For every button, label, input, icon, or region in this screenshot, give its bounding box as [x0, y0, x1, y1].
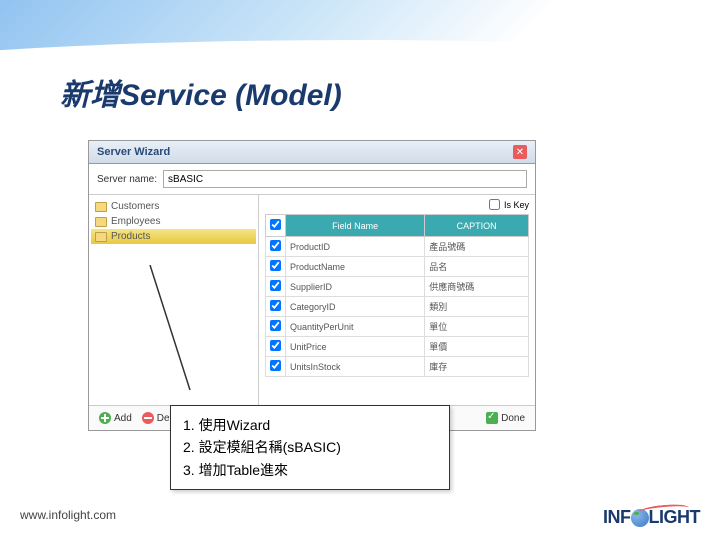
field-name-cell: CategoryID: [286, 297, 425, 317]
iskey-label: Is Key: [504, 200, 529, 210]
field-name-cell: ProductName: [286, 257, 425, 277]
tree-item-label: Products: [111, 231, 150, 242]
table-row[interactable]: ProductName 品名: [266, 257, 529, 277]
del-button[interactable]: Del: [142, 412, 172, 424]
fields-pane: Is Key Field Name CAPTION ProductID 產品號碼…: [259, 195, 535, 405]
row-checkbox[interactable]: [270, 260, 281, 271]
table-icon: [95, 232, 107, 242]
table-row[interactable]: UnitPrice 單價: [266, 337, 529, 357]
tables-tree-pane: Customers Employees Products: [89, 195, 259, 405]
table-row[interactable]: UnitsInStock 庫存: [266, 357, 529, 377]
col-caption: CAPTION: [425, 215, 529, 237]
table-icon: [95, 202, 107, 212]
logo-text: INFLIGHT: [603, 507, 700, 528]
tree-item-products[interactable]: Products: [91, 229, 256, 244]
server-name-label: Server name:: [97, 174, 157, 185]
list-item: 使用Wizard: [183, 414, 437, 436]
field-name-cell: ProductID: [286, 237, 425, 257]
slide-background-wave: [0, 0, 720, 80]
tree-item-label: Customers: [111, 201, 159, 212]
wizard-titlebar: Server Wizard ✕: [89, 141, 535, 164]
row-checkbox[interactable]: [270, 340, 281, 351]
slide-title: 新增Service (Model): [60, 70, 342, 114]
field-name-cell: SupplierID: [286, 277, 425, 297]
table-icon: [95, 217, 107, 227]
brand-logo: INFLIGHT: [603, 507, 700, 528]
row-checkbox[interactable]: [270, 240, 281, 251]
server-wizard-window: Server Wizard ✕ Server name: Customers E…: [88, 140, 536, 431]
caption-cell: 品名: [425, 257, 529, 277]
fields-table: Field Name CAPTION ProductID 產品號碼 Produc…: [265, 214, 529, 377]
table-row[interactable]: SupplierID 供應商號碼: [266, 277, 529, 297]
footer-left-buttons: Add Del: [99, 412, 172, 424]
field-name-cell: UnitsInStock: [286, 357, 425, 377]
check-all[interactable]: [270, 219, 281, 230]
done-button[interactable]: Done: [486, 412, 525, 424]
close-icon[interactable]: ✕: [513, 145, 527, 159]
list-item: 設定模組名稱(sBASIC): [183, 436, 437, 458]
add-label: Add: [114, 413, 132, 424]
row-checkbox[interactable]: [270, 280, 281, 291]
caption-cell: 類別: [425, 297, 529, 317]
table-row[interactable]: CategoryID 類別: [266, 297, 529, 317]
row-checkbox[interactable]: [270, 360, 281, 371]
caption-cell: 庫存: [425, 357, 529, 377]
tree-item-label: Employees: [111, 216, 160, 227]
wizard-body: Customers Employees Products Is Key F: [89, 195, 535, 405]
row-checkbox[interactable]: [270, 300, 281, 311]
caption-cell: 單位: [425, 317, 529, 337]
caption-cell: 單價: [425, 337, 529, 357]
add-button[interactable]: Add: [99, 412, 132, 424]
table-row[interactable]: QuantityPerUnit 單位: [266, 317, 529, 337]
footer-url: www.infolight.com: [20, 508, 116, 522]
caption-cell: 供應商號碼: [425, 277, 529, 297]
field-name-cell: UnitPrice: [286, 337, 425, 357]
instructions-callout: 使用Wizard設定模組名稱(sBASIC)增加Table進來: [170, 405, 450, 490]
caption-cell: 產品號碼: [425, 237, 529, 257]
col-fieldname: Field Name: [286, 215, 425, 237]
tree-item-customers[interactable]: Customers: [91, 199, 256, 214]
list-item: 增加Table進來: [183, 459, 437, 481]
server-name-row: Server name:: [89, 164, 535, 195]
server-name-input[interactable]: [163, 170, 527, 188]
del-icon: [142, 412, 154, 424]
col-check[interactable]: [266, 215, 286, 237]
done-label: Done: [501, 413, 525, 424]
iskey-checkbox[interactable]: [489, 199, 500, 210]
field-name-cell: QuantityPerUnit: [286, 317, 425, 337]
instructions-list: 使用Wizard設定模組名稱(sBASIC)增加Table進來: [183, 414, 437, 481]
iskey-row: Is Key: [265, 199, 529, 210]
wizard-title: Server Wizard: [97, 146, 170, 158]
done-icon: [486, 412, 498, 424]
table-row[interactable]: ProductID 產品號碼: [266, 237, 529, 257]
tree-item-employees[interactable]: Employees: [91, 214, 256, 229]
row-checkbox[interactable]: [270, 320, 281, 331]
globe-icon: [631, 509, 649, 527]
add-icon: [99, 412, 111, 424]
